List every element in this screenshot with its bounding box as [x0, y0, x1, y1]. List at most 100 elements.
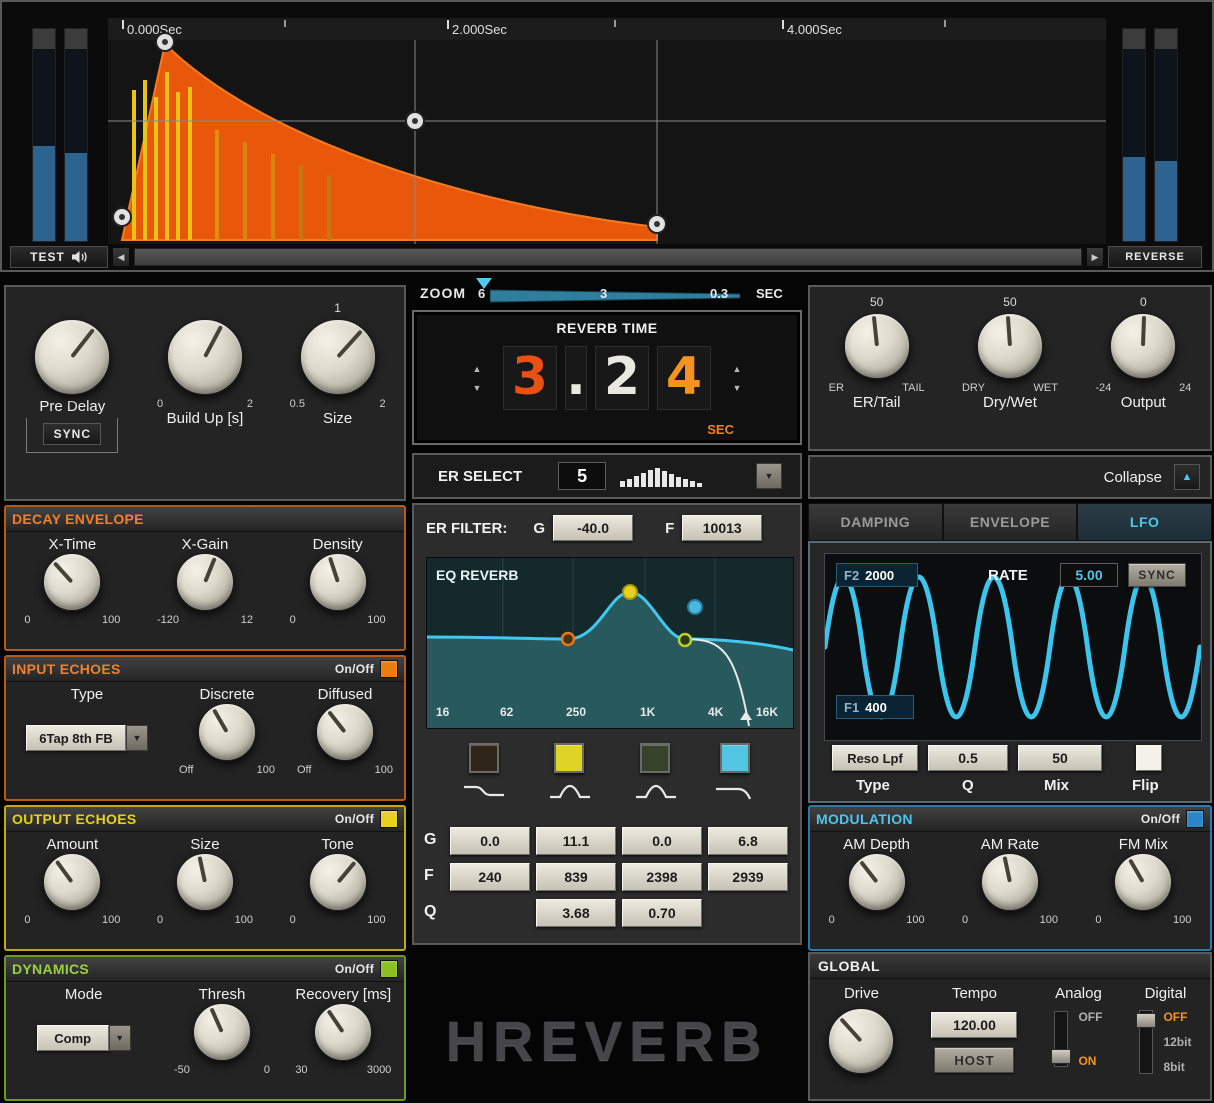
output-knob[interactable] [1110, 313, 1177, 379]
low-shelf-filter-icon[interactable] [462, 781, 506, 801]
build-up-knob[interactable] [166, 319, 243, 395]
eq-band4-color-button[interactable] [720, 743, 750, 773]
test-button[interactable]: TEST [10, 246, 108, 268]
analog-off-label[interactable]: OFF [1078, 1010, 1102, 1024]
lfo-f2-field[interactable]: F2 2000 [836, 563, 918, 587]
digital-8bit-label[interactable]: 8bit [1163, 1060, 1191, 1074]
reverb-time-down-left-button[interactable]: ▼ [469, 381, 485, 394]
tab-envelope[interactable]: ENVELOPE [942, 503, 1078, 541]
time-label-0: 0.000Sec [127, 22, 182, 37]
lfo-f1-field[interactable]: F1 400 [836, 695, 914, 719]
dry-wet-knob[interactable] [976, 313, 1043, 379]
band2-gain-field[interactable]: 11.1 [536, 827, 616, 855]
lfo-sync-button[interactable]: SYNC [1128, 563, 1186, 587]
recovery-knob[interactable] [314, 1003, 373, 1061]
lfo-type-dropdown[interactable]: Reso Lpf [832, 745, 918, 771]
eq-band3-color-button[interactable] [640, 743, 670, 773]
eq-band1-color-button[interactable] [469, 743, 499, 773]
er-select-dropdown-button[interactable]: ▼ [756, 463, 782, 489]
lfo-flip-toggle[interactable] [1136, 745, 1162, 771]
tab-damping[interactable]: DAMPING [808, 503, 943, 541]
band4-freq-field[interactable]: 2939 [708, 863, 788, 891]
tempo-field[interactable]: 120.00 [931, 1012, 1018, 1038]
lfo-mix-field[interactable]: 50 [1018, 745, 1102, 771]
thresh-knob[interactable] [192, 1003, 251, 1061]
band4-gain-field[interactable]: 6.8 [708, 827, 788, 855]
band3-freq-field[interactable]: 2398 [622, 863, 702, 891]
analog-toggle-handle[interactable] [1051, 1049, 1072, 1064]
reverb-time-digit-2[interactable]: 2 [595, 346, 649, 410]
x-time-knob[interactable] [43, 553, 102, 611]
reverb-time-digit-1[interactable]: 3 [503, 346, 557, 410]
diffused-knob[interactable] [316, 703, 374, 761]
reverse-button[interactable]: REVERSE [1108, 246, 1202, 268]
digital-off-label[interactable]: OFF [1163, 1010, 1191, 1024]
bell-filter-2-icon[interactable] [634, 781, 678, 801]
pre-delay-knob[interactable] [34, 319, 111, 395]
x-gain-knob[interactable] [175, 553, 234, 611]
band3-gain-field[interactable]: 0.0 [622, 827, 702, 855]
digital-12bit-label[interactable]: 12bit [1163, 1035, 1191, 1049]
analog-on-label[interactable]: ON [1078, 1054, 1102, 1068]
echo-type-dropdown-arrow[interactable]: ▼ [126, 725, 148, 751]
echo-type-dropdown[interactable]: 6Tap 8th FB [26, 725, 126, 751]
envelope-scrollbar[interactable] [133, 247, 1083, 267]
reverb-time-digit-3[interactable]: 4 [657, 346, 711, 410]
reverb-time-up-left-button[interactable]: ▲ [469, 362, 485, 375]
eq-band4-handle[interactable] [687, 599, 703, 615]
dynamics-toggle[interactable] [380, 960, 398, 978]
eq-band1-handle[interactable] [560, 631, 576, 647]
am-rate-knob[interactable] [980, 853, 1039, 911]
host-button[interactable]: HOST [934, 1047, 1015, 1073]
drive-control: Drive [828, 985, 895, 1074]
analog-toggle[interactable] [1051, 1011, 1072, 1067]
eq-band2-color-button[interactable] [554, 743, 584, 773]
zoom-scale[interactable] [490, 288, 740, 304]
band2-q-field[interactable]: 3.68 [536, 899, 616, 927]
discrete-knob[interactable] [198, 703, 256, 761]
tone-knob[interactable] [308, 853, 367, 911]
collapse-button[interactable]: ▲ [1174, 464, 1200, 490]
lfo-rate-field[interactable]: 5.00 [1060, 563, 1118, 587]
digital-toggle-handle[interactable] [1136, 1013, 1157, 1028]
low-pass-filter-icon[interactable] [714, 781, 758, 801]
dry-wet-value: 50 [1003, 295, 1017, 309]
predelay-sync-button[interactable]: SYNC [43, 423, 102, 445]
scrollbar-thumb[interactable] [135, 249, 1081, 265]
mode-dropdown-arrow[interactable]: ▼ [108, 1025, 131, 1051]
modulation-toggle[interactable] [1186, 810, 1204, 828]
lfo-q-field[interactable]: 0.5 [928, 745, 1008, 771]
band1-gain-field[interactable]: 0.0 [450, 827, 530, 855]
fm-mix-knob[interactable] [1114, 853, 1173, 911]
modulation-onoff-label: On/Off [1140, 812, 1180, 826]
band1-freq-field[interactable]: 240 [450, 863, 530, 891]
scroll-right-button[interactable]: ▶ [1086, 247, 1104, 267]
chevron-down-icon: ▼ [132, 733, 142, 743]
er-filter-gain-field[interactable]: -40.0 [553, 515, 634, 541]
output-echoes-toggle[interactable] [380, 810, 398, 828]
am-depth-knob[interactable] [847, 853, 906, 911]
reverb-time-up-right-button[interactable]: ▲ [729, 362, 745, 375]
size-knob[interactable] [299, 319, 376, 395]
scroll-left-button[interactable]: ◀ [112, 247, 130, 267]
er-tail-knob[interactable] [843, 313, 910, 379]
eq-band2-handle[interactable] [622, 584, 638, 600]
band2-freq-field[interactable]: 839 [536, 863, 616, 891]
band3-q-field[interactable]: 0.70 [622, 899, 702, 927]
reverb-time-down-right-button[interactable]: ▼ [729, 381, 745, 394]
eq-band3-handle[interactable] [677, 632, 693, 648]
er-filter-freq-field[interactable]: 10013 [682, 515, 763, 541]
er-select-value[interactable]: 5 [558, 462, 607, 490]
oe-size-knob[interactable] [175, 853, 234, 911]
filter-tabs: DAMPING ENVELOPE LFO [808, 503, 1213, 541]
input-echoes-toggle[interactable] [380, 660, 398, 678]
envelope-graph[interactable]: 0.000Sec 2.000Sec 4.000Sec [108, 18, 1106, 244]
density-knob[interactable] [308, 553, 367, 611]
mode-dropdown[interactable]: Comp [36, 1025, 109, 1051]
amount-knob[interactable] [43, 853, 102, 911]
bell-filter-icon[interactable] [548, 781, 592, 801]
digital-toggle[interactable] [1136, 1010, 1157, 1074]
tab-lfo[interactable]: LFO [1077, 503, 1213, 541]
eq-scale-marker-icon[interactable] [740, 711, 752, 720]
drive-knob[interactable] [828, 1008, 895, 1074]
